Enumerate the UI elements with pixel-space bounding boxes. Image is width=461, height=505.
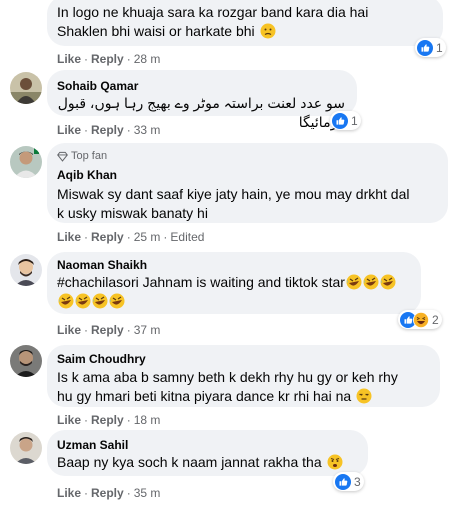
rofl-icon <box>363 274 379 290</box>
comment-bubble: In logo ne khuaja sara ka rozgar band ka… <box>47 0 443 46</box>
comment-bubble: Top fan Aqib Khan Miswak sy dant saaf ki… <box>47 143 448 223</box>
rofl-icon <box>109 293 125 309</box>
rofl-icon <box>75 293 91 309</box>
reaction-count: 1 <box>351 113 358 128</box>
comment-text: #chachilasori Jahnam is waiting and tikt… <box>57 273 409 292</box>
comment-actions: Like · Reply · 28 m <box>57 52 161 66</box>
comment-text-line-1: Is k ama aba b samny beth k dekh rhy hu … <box>57 369 398 385</box>
reaction-summary[interactable]: 2 <box>398 310 442 329</box>
comment-bubble: Saim Choudhry Is k ama aba b samny beth … <box>47 345 440 407</box>
rofl-icon <box>346 274 362 290</box>
reaction-count: 3 <box>354 474 361 489</box>
comment-actions: Like · Reply · 37 m <box>57 323 161 337</box>
reaction-count: 1 <box>436 40 443 55</box>
reply-link[interactable]: Reply <box>91 230 124 244</box>
reaction-summary[interactable]: 1 <box>415 38 446 57</box>
like-link[interactable]: Like <box>57 413 81 427</box>
timestamp[interactable]: 18 m <box>134 413 161 427</box>
timestamp[interactable]: 33 m <box>134 123 161 137</box>
reaction-count: 2 <box>432 312 439 327</box>
reply-link[interactable]: Reply <box>91 486 124 500</box>
comment-text-line-1: Miswak sy dant saaf kiye jaty hain, ye m… <box>57 186 410 202</box>
like-link[interactable]: Like <box>57 323 81 337</box>
comment-text-content: #chachilasori Jahnam is waiting and tikt… <box>57 274 345 290</box>
top-fan-badge: Top fan <box>57 149 436 163</box>
comment-author[interactable]: Aqib Khan <box>57 167 436 183</box>
like-reaction-icon <box>332 112 348 129</box>
reply-link[interactable]: Reply <box>91 123 124 137</box>
like-reaction-icon <box>417 39 433 56</box>
like-link[interactable]: Like <box>57 230 81 244</box>
comment-text: Baap ny kya soch k naam jannat rakha tha <box>57 453 356 472</box>
comment-actions: Like · Reply · 35 m <box>57 486 161 500</box>
comment-author[interactable]: Naoman Shaikh <box>57 257 409 273</box>
reaction-summary[interactable]: 3 <box>333 472 364 491</box>
unamused-face-icon <box>356 388 372 404</box>
comment-bubble: Uzman Sahil Baap ny kya soch k naam jann… <box>47 430 368 476</box>
like-link[interactable]: Like <box>57 52 81 66</box>
comment-text-line-2: Shaklen bhi waisi or harkate bhi <box>57 22 431 41</box>
like-link[interactable]: Like <box>57 123 81 137</box>
comment-actions: Like · Reply · 25 m · Edited <box>57 230 205 244</box>
comment-author[interactable]: Saim Choudhry <box>57 351 428 367</box>
reply-link[interactable]: Reply <box>91 413 124 427</box>
comment-actions: Like · Reply · 18 m <box>57 413 161 427</box>
haha-reaction-icon <box>413 311 429 328</box>
timestamp[interactable]: 35 m <box>134 486 161 500</box>
reply-link[interactable]: Reply <box>91 52 124 66</box>
edited-label: Edited <box>170 230 205 244</box>
comment-text-line-2: hu gy hmari beti kitna piyara dance kr r… <box>57 387 428 406</box>
avatar[interactable] <box>10 72 42 104</box>
diamond-icon <box>57 151 68 162</box>
like-reaction-icon <box>335 473 351 490</box>
comment-text-line-2: k usky miswak banaty hi <box>57 205 208 221</box>
rofl-icon <box>92 293 108 309</box>
worried-face-icon <box>327 454 343 470</box>
timestamp[interactable]: 28 m <box>134 52 161 66</box>
timestamp[interactable]: 37 m <box>134 323 161 337</box>
timestamp[interactable]: 25 m <box>134 230 161 244</box>
comment-bubble: Naoman Shaikh #chachilasori Jahnam is wa… <box>47 252 421 314</box>
like-link[interactable]: Like <box>57 486 81 500</box>
top-fan-label: Top fan <box>71 150 108 162</box>
comment-author[interactable]: Uzman Sahil <box>57 437 356 453</box>
avatar[interactable] <box>10 254 42 286</box>
reply-link[interactable]: Reply <box>91 323 124 337</box>
comment-actions: Like · Reply · 33 m <box>57 123 161 137</box>
comment-bubble: Sohaib Qamar سو عدد لعنت براستہ موٹر وے … <box>47 70 357 130</box>
rofl-icon <box>58 293 74 309</box>
avatar[interactable] <box>10 432 42 464</box>
comment-text-line-1: In logo ne khuaja sara ka rozgar band ka… <box>57 4 369 20</box>
sad-face-icon <box>260 23 276 39</box>
comment-author[interactable]: Sohaib Qamar <box>57 78 345 94</box>
avatar[interactable] <box>10 345 42 377</box>
rofl-icon <box>380 274 396 290</box>
comment-emoji-line <box>57 292 409 311</box>
avatar[interactable] <box>10 146 42 178</box>
reaction-summary[interactable]: 1 <box>330 111 361 130</box>
